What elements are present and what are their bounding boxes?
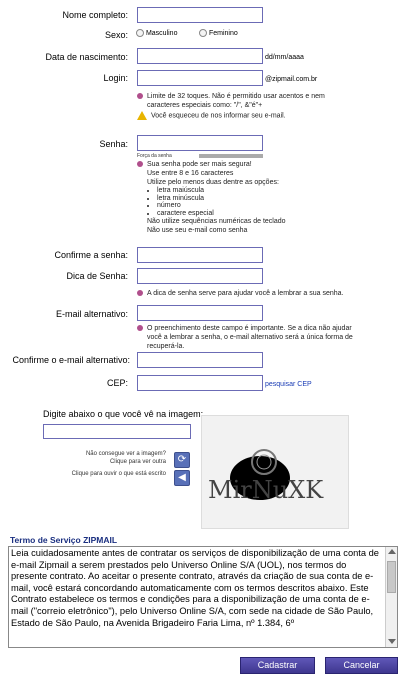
radio-feminino[interactable] <box>199 29 207 37</box>
pesquisar-cep-link[interactable]: pesquisar CEP <box>265 381 312 388</box>
terms-scrollbar[interactable] <box>385 547 397 647</box>
email-alt-input[interactable] <box>137 305 263 321</box>
cancelar-button[interactable]: Cancelar <box>325 657 398 674</box>
scroll-up-arrow[interactable] <box>388 549 396 554</box>
senha-option: letra maiúscula <box>157 187 377 195</box>
email-alt-help: O preenchimento deste campo é importante… <box>137 324 387 351</box>
scroll-thumb[interactable] <box>387 561 396 593</box>
sexo-feminino-option[interactable]: Feminino <box>199 29 238 37</box>
confirma-senha-label: Confirme a senha: <box>54 250 128 260</box>
login-domain: @zipmail.com.br <box>265 76 318 83</box>
info-bullet-icon <box>137 93 143 100</box>
terms-title: Termo de Serviço ZIPMAIL <box>10 535 118 545</box>
captcha-image: MirNuXK <box>201 415 349 529</box>
login-help: Limite de 32 toques. Não é permitido usa… <box>137 92 377 110</box>
terms-textarea[interactable]: Leia cuidadosamente antes de contratar o… <box>8 546 398 648</box>
info-bullet-icon <box>137 161 143 168</box>
warning-icon <box>137 111 147 120</box>
info-bullet-icon <box>137 290 143 297</box>
sexo-masculino-option[interactable]: Masculino <box>136 29 177 37</box>
nome-input[interactable] <box>137 7 263 23</box>
audio-captcha-button[interactable]: ◀ <box>174 470 190 486</box>
radio-masculino[interactable] <box>136 29 144 37</box>
confirma-email-label: Confirme o e-mail alternativo: <box>12 355 130 365</box>
refresh-captcha-button[interactable]: ⟳ <box>174 452 190 468</box>
cep-label: CEP: <box>106 378 128 388</box>
sexo-feminino-label: Feminino <box>208 29 238 37</box>
captcha-word: MirNuXK <box>208 476 324 504</box>
senha-option: letra minúscula <box>157 195 377 203</box>
dica-help: A dica de senha serve para ajudar você a… <box>137 289 344 298</box>
login-input[interactable] <box>137 70 263 86</box>
senha-option: número <box>157 202 377 210</box>
scroll-down-arrow[interactable] <box>388 639 396 644</box>
confirma-email-input[interactable] <box>137 352 263 368</box>
dica-label: Dica de Senha: <box>66 271 128 281</box>
captcha-input[interactable] <box>43 424 191 439</box>
captcha-prompt: Digite abaixo o que você vê na imagem: <box>43 409 204 419</box>
speaker-icon: ◀ <box>178 472 186 483</box>
senha-help: Sua senha pode ser mais segura! Use entr… <box>137 160 377 235</box>
refresh-icon: ⟳ <box>177 454 187 465</box>
senha-option: caractere especial <box>157 210 377 218</box>
terms-text: Leia cuidadosamente antes de contratar o… <box>11 548 379 628</box>
nome-label: Nome completo: <box>62 10 128 20</box>
captcha-audio-text: Clique para ouvir o que está escrito <box>71 471 166 477</box>
captcha-refresh-text: Não consegue ver a imagem? Clique para v… <box>85 451 166 465</box>
nascimento-label: Data de nascimento: <box>45 52 128 62</box>
senha-input[interactable] <box>137 135 263 151</box>
nascimento-format-hint: dd/mm/aaaa <box>265 54 304 61</box>
sexo-masculino-label: Masculino <box>145 29 178 37</box>
confirma-senha-input[interactable] <box>137 247 263 263</box>
strength-label: Força da senha <box>137 153 172 159</box>
login-label: Login: <box>103 73 128 83</box>
strength-meter <box>199 154 263 158</box>
login-warning: Você esqueceu de nos informar seu e-mail… <box>137 111 286 120</box>
cep-input[interactable] <box>137 375 263 391</box>
email-alt-label: E-mail alternativo: <box>55 309 128 319</box>
sexo-label: Sexo: <box>104 30 128 40</box>
nascimento-input[interactable] <box>137 48 263 64</box>
captcha-image-art: MirNuXK <box>208 449 324 504</box>
dica-input[interactable] <box>137 268 263 284</box>
cadastrar-button[interactable]: Cadastrar <box>240 657 315 674</box>
senha-label: Senha: <box>99 139 128 149</box>
info-bullet-icon <box>137 325 143 332</box>
